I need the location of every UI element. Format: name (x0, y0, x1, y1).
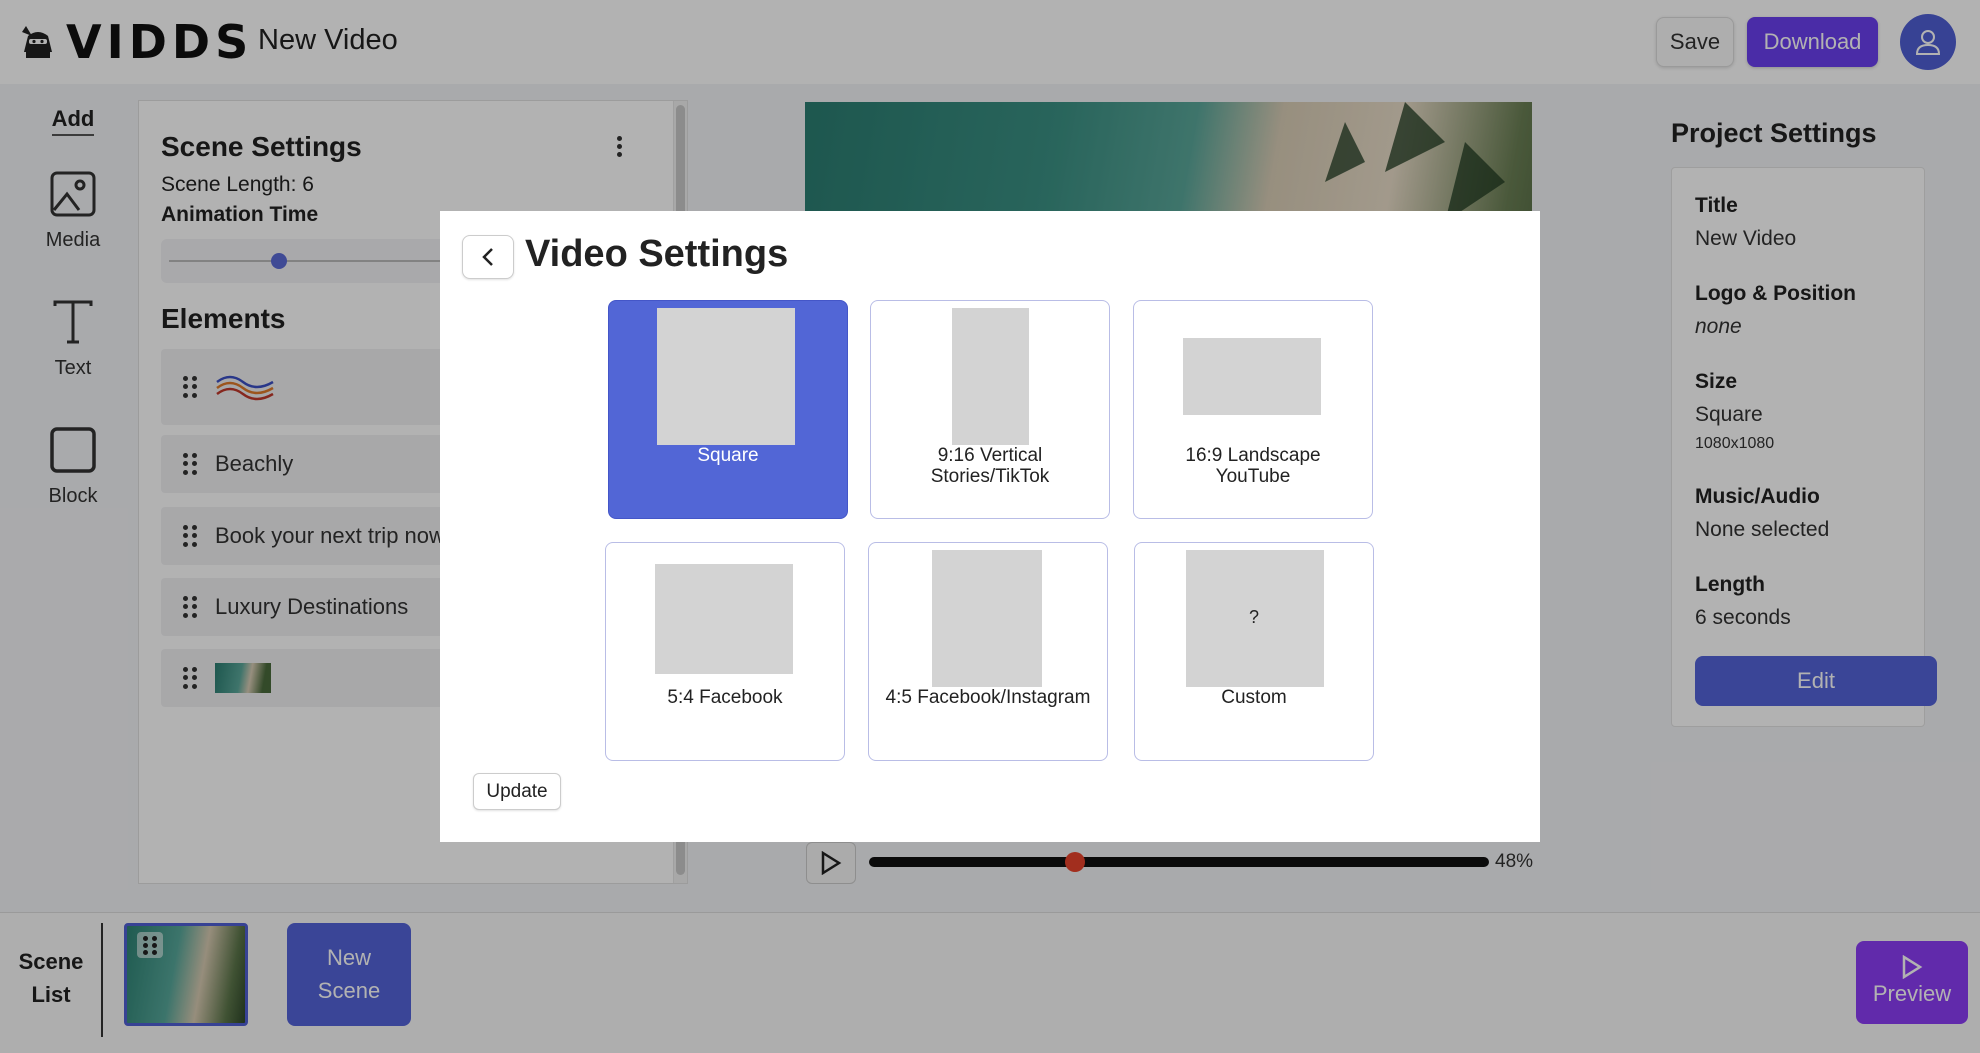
modal-title: Video Settings (525, 233, 789, 275)
size-option-square[interactable]: Square (608, 300, 848, 519)
vertical-preview (952, 308, 1029, 445)
size-option-vertical[interactable]: 9:16 Vertical Stories/TikTok (870, 300, 1110, 519)
size-option-landscape[interactable]: 16:9 Landscape YouTube (1133, 300, 1373, 519)
instagram-preview (932, 550, 1042, 687)
landscape-preview (1183, 338, 1321, 415)
chevron-left-icon (482, 248, 493, 266)
video-settings-modal: Video Settings Square 9:16 Vertical Stor… (440, 211, 1540, 842)
square-preview (657, 308, 795, 445)
size-option-label: Custom (1221, 687, 1287, 708)
size-option-label: 9:16 Vertical Stories/TikTok (930, 445, 1050, 487)
size-option-label: 4:5 Facebook/Instagram (885, 687, 1091, 708)
size-option-label: 16:9 Landscape YouTube (1185, 445, 1321, 487)
facebook-preview (655, 564, 793, 674)
update-button[interactable]: Update (473, 773, 561, 810)
size-option-label: 5:4 Facebook (667, 687, 783, 708)
size-option-facebook[interactable]: 5:4 Facebook (605, 542, 845, 761)
size-option-label: Square (697, 445, 759, 466)
size-option-instagram[interactable]: 4:5 Facebook/Instagram (868, 542, 1108, 761)
size-option-custom[interactable]: ? Custom (1134, 542, 1374, 761)
custom-question-mark: ? (1248, 607, 1259, 627)
back-button[interactable] (462, 235, 514, 279)
